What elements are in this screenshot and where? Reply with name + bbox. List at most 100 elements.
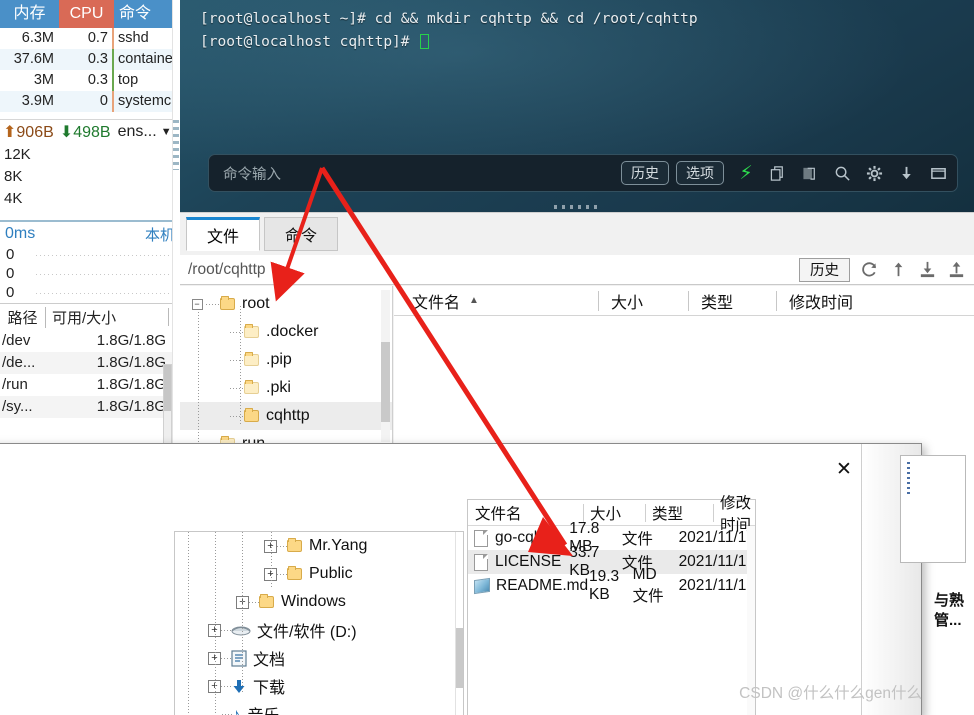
cell-modified: 2021/11/16	[678, 529, 755, 546]
tree-item-label: .docker	[266, 323, 319, 340]
window-icon[interactable]	[928, 163, 948, 183]
col-header-size[interactable]: 大小	[598, 290, 688, 312]
terminal-line-prompt: [root@localhost cqhttp]#	[200, 31, 964, 54]
cell-filename: LICENSE	[468, 550, 563, 574]
col-header-path[interactable]: 路径	[0, 306, 46, 328]
divider	[0, 112, 180, 120]
tree-guide-line	[215, 532, 216, 715]
dialog-tree-item-downloads[interactable]: + 下载	[175, 672, 463, 700]
col-header-filename[interactable]: 文件名 ▲	[394, 291, 598, 312]
download-to-disk-icon[interactable]	[916, 259, 938, 281]
tree-item-cqhttp[interactable]: cqhttp	[180, 402, 392, 430]
paste-icon[interactable]	[800, 163, 820, 183]
folder-icon	[244, 324, 259, 338]
cell-command: top	[118, 72, 139, 88]
path-input[interactable]: /root/cqhttp	[180, 261, 799, 279]
path-bar: /root/cqhttp 历史	[180, 255, 974, 285]
dialog-tree-item-label: 音乐	[248, 702, 280, 715]
col-header-filename[interactable]: 文件名	[468, 504, 583, 523]
cell-usage: 1.8G/1.8G	[96, 398, 166, 415]
background-window-peek: 与熟 管...	[900, 455, 974, 715]
tree-item-pip[interactable]: .pip	[180, 346, 392, 374]
col-header-type[interactable]: 类型	[645, 503, 713, 523]
tree-item-label: root	[242, 295, 270, 312]
tree-item-docker[interactable]: .docker	[180, 318, 392, 346]
search-icon[interactable]	[832, 163, 852, 183]
axis-label-8k: 8K	[4, 168, 23, 185]
terminal-panel[interactable]: [root@localhost ~]# cd && mkdir cqhttp &…	[180, 0, 974, 212]
command-input-bar[interactable]: 命令输入 历史 选项 ⚡	[208, 154, 958, 192]
tree-dots-icon	[221, 629, 231, 631]
tree-dots-icon	[249, 601, 259, 603]
network-stats-header[interactable]: ⬆906B ⬇498B ens... ▼	[0, 120, 180, 144]
table-row[interactable]: 3.9M 0 systemc	[0, 91, 180, 112]
col-header-modified[interactable]: 修改时间	[713, 495, 755, 534]
dialog-tree-item-label: Windows	[281, 593, 346, 610]
table-row[interactable]: 37.6M 0.3 containe	[0, 49, 180, 70]
dialog-file-list[interactable]: 文件名 大小 类型 修改时间 go-cqhttp 17.8 MB 文件 2021…	[467, 495, 756, 715]
dialog-tree-item-music[interactable]: ♪ 音乐	[175, 700, 463, 715]
terminal-history-button[interactable]: 历史	[621, 161, 669, 185]
dialog-folder-tree[interactable]: + Mr.Yang + Public + Windows +	[174, 531, 464, 715]
upload-from-disk-icon[interactable]	[945, 259, 967, 281]
cell-path: /run	[2, 376, 28, 393]
dialog-tree-item-windows[interactable]: + Windows	[175, 588, 463, 616]
download-icon[interactable]	[896, 163, 916, 183]
col-header-modified[interactable]: 修改时间	[776, 290, 974, 312]
dialog-tree-item-documents[interactable]: + 文档	[175, 644, 463, 672]
tree-dots-icon	[230, 415, 244, 417]
background-card	[900, 455, 966, 563]
file-list-body[interactable]	[394, 316, 974, 460]
folder-icon	[259, 594, 274, 608]
col-header-cpu[interactable]: CPU	[59, 0, 114, 28]
folder-icon	[287, 538, 302, 552]
dialog-list-item[interactable]: README.md 19.3 KB MD 文件 2021/11/16	[468, 566, 755, 605]
col-header-command[interactable]: 命令	[114, 0, 180, 28]
tree-item-pki[interactable]: .pki	[180, 374, 392, 402]
table-row[interactable]: /dev 1.8G/1.8G	[0, 330, 180, 352]
remote-directory-tree[interactable]: − root .docker .pip .pki cqhttp	[180, 286, 393, 460]
col-header-size[interactable]: 可用/大小	[46, 307, 168, 328]
tab-files[interactable]: 文件	[186, 217, 260, 251]
tree-dots-icon	[277, 573, 287, 575]
table-row[interactable]: 6.3M 0.7 sshd	[0, 28, 180, 49]
dialog-tree-item-mryang[interactable]: + Mr.Yang	[175, 532, 463, 560]
ping-axis-0a: 0	[6, 246, 15, 263]
table-row[interactable]: 3M 0.3 top	[0, 70, 180, 91]
collapse-icon[interactable]: −	[188, 298, 206, 310]
panel-resize-grip[interactable]	[554, 205, 600, 209]
path-history-button[interactable]: 历史	[799, 257, 850, 282]
bolt-icon[interactable]: ⚡	[736, 163, 756, 184]
table-row[interactable]: /run 1.8G/1.8G	[0, 374, 180, 396]
refresh-icon[interactable]	[858, 259, 880, 281]
copy-icon[interactable]	[768, 163, 788, 183]
col-header-size[interactable]: 大小	[583, 503, 645, 523]
dialog-tree-scrollbar[interactable]	[455, 532, 463, 715]
screen: 内存 CPU 命令 6.3M 0.7 sshd 37.6M 0.3 contai…	[0, 0, 974, 715]
command-input-placeholder[interactable]: 命令输入	[223, 163, 614, 184]
table-row[interactable]: /sy... 1.8G/1.8G	[0, 396, 180, 418]
col-header-type[interactable]: 类型	[688, 290, 776, 312]
tab-commands[interactable]: 命令	[264, 217, 338, 251]
chevron-down-icon[interactable]: ▼	[161, 126, 172, 138]
dialog-tree-item-public[interactable]: + Public	[175, 560, 463, 588]
col-header-memory[interactable]: 内存	[0, 0, 59, 28]
cell-memory: 37.6M	[13, 51, 54, 67]
tree-item-root[interactable]: − root	[180, 290, 392, 318]
terminal-options-button[interactable]: 选项	[676, 161, 724, 185]
ping-latency: 0ms	[5, 225, 36, 242]
axis-label-4k: 4K	[4, 190, 23, 207]
tree-scrollbar[interactable]	[381, 290, 390, 442]
gear-icon[interactable]	[864, 163, 884, 183]
upload-arrow-icon[interactable]	[887, 259, 909, 281]
dialog-tree-item-label: Public	[309, 565, 353, 582]
tree-item-label: .pki	[266, 379, 291, 396]
cell-filename: go-cqhttp	[468, 526, 563, 550]
tree-dots-icon	[230, 331, 244, 333]
drive-icon	[231, 623, 251, 637]
close-icon[interactable]: ✕	[827, 456, 861, 482]
dialog-tree-item-drive-d[interactable]: + 文件/软件 (D:)	[175, 616, 463, 644]
tree-item-label: .pip	[266, 351, 292, 368]
tree-guide-line	[188, 532, 189, 715]
table-row[interactable]: /de... 1.8G/1.8G	[0, 352, 180, 374]
